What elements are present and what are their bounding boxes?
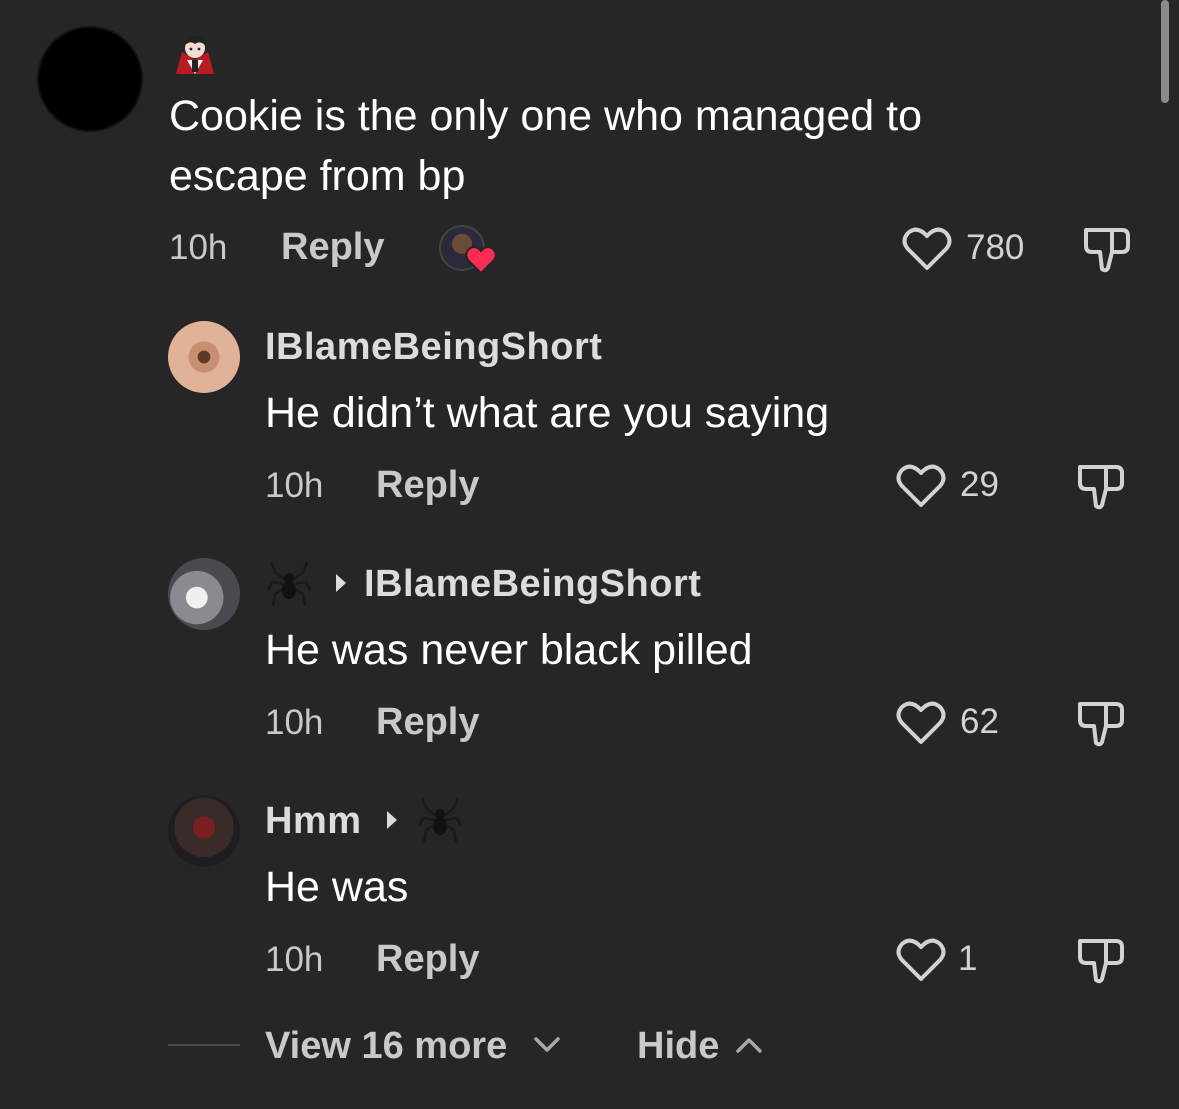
timestamp: 10h — [265, 940, 324, 979]
reply-arrow-icon — [387, 811, 397, 829]
scrollbar[interactable] — [1161, 0, 1169, 103]
spider-icon — [418, 797, 462, 843]
heart-outline-icon[interactable] — [896, 463, 946, 509]
hide-button[interactable]: Hide — [637, 1025, 719, 1068]
comment-text: He was never black pilled — [265, 626, 753, 674]
creator-liked-badge — [439, 225, 501, 277]
timestamp: 10h — [265, 466, 324, 505]
like-count: 780 — [966, 228, 1025, 267]
reply-button[interactable]: Reply — [281, 226, 384, 269]
reply-button[interactable]: Reply — [376, 938, 479, 981]
username[interactable]: IBlameBeingShort — [265, 326, 602, 369]
vampire-icon — [176, 36, 214, 74]
comment-text: escape from bp — [169, 152, 466, 200]
chevron-up-icon[interactable] — [735, 1035, 763, 1055]
reply-button[interactable]: Reply — [376, 701, 479, 744]
avatar[interactable] — [168, 558, 240, 630]
avatar[interactable] — [168, 321, 240, 393]
heart-filled-icon — [465, 245, 497, 275]
comment-text: He didn’t what are you saying — [265, 389, 830, 437]
chevron-down-icon[interactable] — [533, 1035, 561, 1055]
spider-icon — [267, 561, 311, 607]
reply-button[interactable]: Reply — [376, 464, 479, 507]
dislike-icon[interactable] — [1076, 461, 1126, 511]
reply-to-username[interactable]: IBlameBeingShort — [364, 563, 701, 606]
timestamp: 10h — [265, 703, 324, 742]
comment-text: He was — [265, 863, 409, 911]
like-count: 62 — [960, 702, 999, 741]
dislike-icon[interactable] — [1082, 224, 1132, 274]
reply-arrow-icon — [336, 574, 346, 592]
heart-outline-icon[interactable] — [896, 937, 946, 983]
timestamp: 10h — [169, 228, 228, 267]
avatar[interactable] — [168, 795, 240, 867]
dislike-icon[interactable] — [1076, 698, 1126, 748]
heart-outline-icon[interactable] — [902, 226, 952, 272]
like-count: 29 — [960, 465, 999, 504]
divider — [168, 1044, 240, 1046]
view-more-button[interactable]: View 16 more — [265, 1025, 507, 1068]
heart-outline-icon[interactable] — [896, 700, 946, 746]
like-count: 1 — [958, 939, 978, 978]
avatar[interactable] — [37, 26, 143, 132]
dislike-icon[interactable] — [1076, 935, 1126, 985]
username[interactable]: Hmm — [265, 800, 362, 843]
comment-text: Cookie is the only one who managed to — [169, 92, 922, 140]
